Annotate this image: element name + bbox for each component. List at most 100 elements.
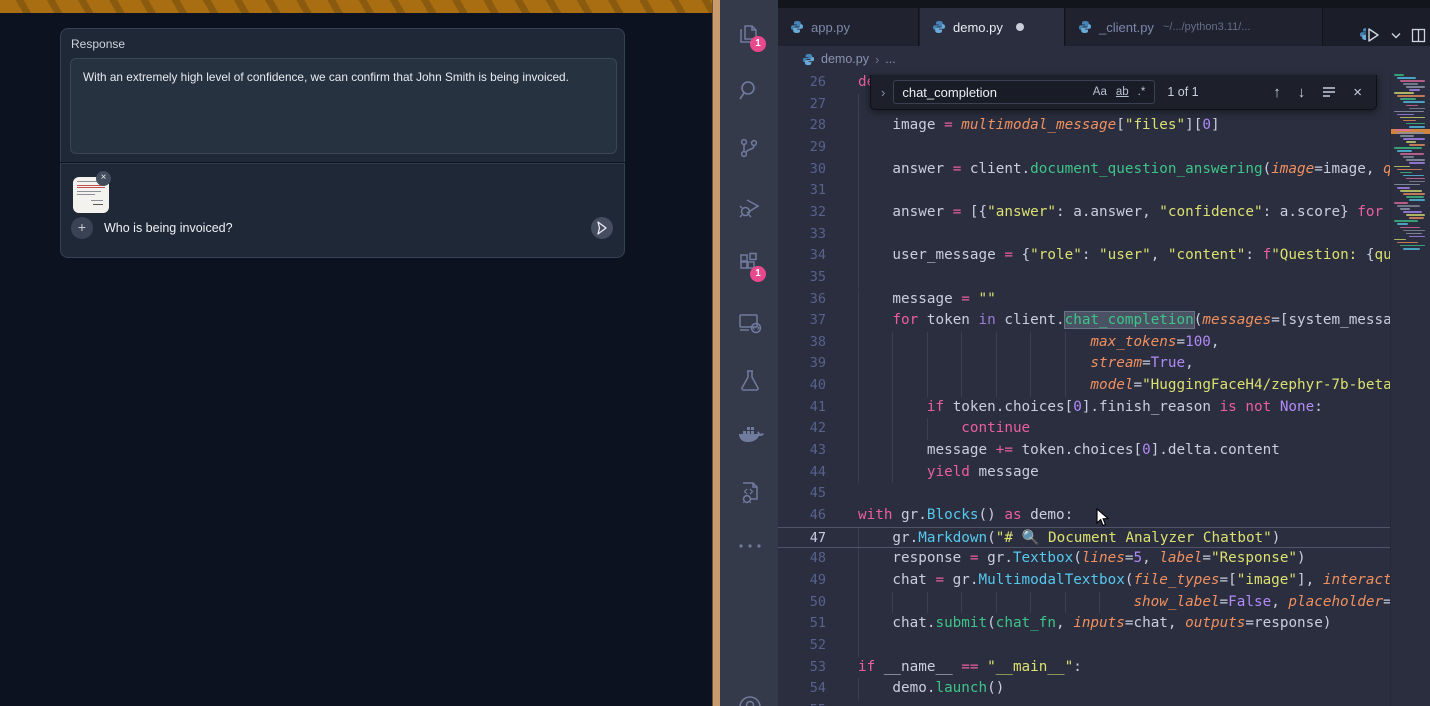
python-icon — [802, 53, 815, 66]
line-number: 27 — [778, 94, 826, 116]
match-case-toggle[interactable]: Aa — [1093, 86, 1107, 98]
code-line[interactable]: 33 — [778, 224, 1390, 246]
tab-demo-py[interactable]: demo.py — [920, 8, 1065, 46]
line-number: 32 — [778, 202, 826, 224]
send-button[interactable] — [591, 217, 613, 239]
code-line[interactable]: 49 chat = gr.MultimodalTextbox(file_type… — [778, 570, 1390, 592]
code-line[interactable]: 38 max_tokens=100, — [778, 332, 1390, 354]
tab-client-py[interactable]: _client.py ~/.../python3.11/... — [1066, 8, 1323, 46]
dev-container-config-icon[interactable] — [720, 468, 778, 516]
response-text: With an extremely high level of confiden… — [83, 70, 569, 84]
code-line[interactable]: 41 if token.choices[0].finish_reason is … — [778, 397, 1390, 419]
find-previous-button[interactable]: ↑ — [1273, 84, 1281, 101]
code-line[interactable]: 53if __name__ == "__main__": — [778, 657, 1390, 679]
line-number: 35 — [778, 267, 826, 289]
python-icon — [1078, 20, 1092, 34]
minimap[interactable] — [1390, 72, 1430, 706]
code-line[interactable]: 28 image = multimodal_message["files"][0… — [778, 115, 1390, 137]
add-file-button[interactable]: + — [71, 217, 93, 239]
line-number: 45 — [778, 483, 826, 505]
line-number: 38 — [778, 332, 826, 354]
activity-bar: 1 1 — [720, 0, 778, 706]
remove-attachment-button[interactable]: × — [96, 171, 111, 186]
line-number: 29 — [778, 137, 826, 159]
account-icon[interactable] — [720, 682, 778, 706]
line-number: 43 — [778, 440, 826, 462]
code-line[interactable]: 40 model="HuggingFaceH4/zephyr-7b-beta — [778, 375, 1390, 397]
tab-label: demo.py — [953, 20, 1003, 35]
code-line[interactable]: 55 — [778, 700, 1390, 706]
run-python-file-icon[interactable] — [1365, 27, 1381, 43]
extensions-badge: 1 — [750, 266, 766, 282]
code-line[interactable]: 34 user_message = {"role": "user", "cont… — [778, 245, 1390, 267]
split-editor-icon[interactable] — [1411, 28, 1426, 43]
code-line[interactable]: 30 answer = client.document_question_ans… — [778, 159, 1390, 181]
find-next-button[interactable]: ↓ — [1298, 84, 1306, 101]
whole-word-toggle[interactable]: ab — [1116, 86, 1129, 98]
code-line[interactable]: 50 show_label=False, placeholder= — [778, 592, 1390, 614]
line-number: 46 — [778, 505, 826, 527]
code-line[interactable]: 52 — [778, 635, 1390, 657]
line-number: 36 — [778, 289, 826, 311]
breadcrumb-more[interactable]: ... — [885, 52, 895, 66]
docker-icon[interactable] — [720, 412, 778, 460]
chat-input-text[interactable]: Who is being invoiced? — [104, 221, 233, 235]
line-number: 39 — [778, 353, 826, 375]
code-line[interactable]: 43 message += token.choices[0].delta.con… — [778, 440, 1390, 462]
code-line[interactable]: 37 for token in client.chat_completion(m… — [778, 310, 1390, 332]
split-sash[interactable] — [712, 0, 720, 706]
code-line[interactable]: 45 — [778, 483, 1390, 505]
code-line[interactable]: 47 gr.Markdown("# 🔍 Document Analyzer Ch… — [778, 527, 1390, 549]
response-label: Response — [71, 37, 125, 51]
line-number: 26 — [778, 72, 826, 94]
breadcrumb-file[interactable]: demo.py — [821, 52, 869, 66]
run-debug-icon[interactable] — [720, 182, 778, 230]
find-input[interactable]: chat_completion Aa ab .* — [893, 80, 1155, 104]
toggle-replace-chevron-icon[interactable]: › — [881, 85, 885, 100]
modified-dot-icon[interactable] — [1016, 23, 1024, 31]
code-line[interactable]: 36 message = "" — [778, 289, 1390, 311]
source-control-icon[interactable] — [720, 124, 778, 172]
find-in-selection-icon[interactable] — [1322, 86, 1336, 98]
line-number: 41 — [778, 397, 826, 419]
line-number: 55 — [778, 700, 826, 706]
code-line[interactable]: 48 response = gr.Textbox(lines=5, label=… — [778, 548, 1390, 570]
code-editor[interactable]: 26def chat_fn(multimodal_message):2728 i… — [778, 72, 1430, 706]
close-find-icon[interactable]: × — [1353, 84, 1362, 101]
code-line[interactable]: 51 chat.submit(chat_fn, inputs=chat, out… — [778, 613, 1390, 635]
code-line[interactable]: 54 demo.launch() — [778, 678, 1390, 700]
code-line[interactable]: 46with gr.Blocks() as demo: — [778, 505, 1390, 527]
response-block: Response With an extremely high level of… — [60, 28, 625, 162]
testing-beaker-icon[interactable] — [720, 356, 778, 404]
line-number: 52 — [778, 635, 826, 657]
code-line[interactable]: 44 yield message — [778, 462, 1390, 484]
line-number: 42 — [778, 418, 826, 440]
resize-handle[interactable] — [603, 140, 613, 150]
breadcrumb[interactable]: demo.py › ... — [778, 46, 1430, 72]
search-icon[interactable] — [720, 66, 778, 114]
code-line[interactable]: 39 stream=True, — [778, 353, 1390, 375]
code-line[interactable]: 29 — [778, 137, 1390, 159]
run-dropdown-chevron-icon[interactable] — [1391, 32, 1401, 39]
send-icon — [596, 221, 608, 235]
chat-input-block: × + Who is being invoiced? — [60, 163, 625, 258]
code-line[interactable]: 32 answer = [{"answer": a.answer, "confi… — [778, 202, 1390, 224]
tab-label: app.py — [811, 20, 850, 35]
regex-toggle[interactable]: .* — [1138, 86, 1146, 98]
response-textarea[interactable]: With an extremely high level of confiden… — [70, 58, 617, 154]
extensions-icon[interactable]: 1 — [720, 240, 778, 288]
tab-file-path: ~/.../python3.11/... — [1163, 21, 1251, 33]
line-number: 53 — [778, 657, 826, 679]
more-actions-icon[interactable] — [720, 528, 778, 576]
explorer-icon[interactable]: 1 — [720, 10, 778, 58]
code-line[interactable]: 42 continue — [778, 418, 1390, 440]
line-number: 28 — [778, 115, 826, 137]
code-line[interactable]: 35 — [778, 267, 1390, 289]
editor-tab-bar: app.py demo.py _client.py ~/.../python3.… — [778, 8, 1430, 46]
find-results-count: 1 of 1 — [1167, 85, 1198, 99]
remote-explorer-icon[interactable] — [720, 298, 778, 346]
gradio-app-panel: Response With an extremely high level of… — [0, 0, 712, 706]
tab-app-py[interactable]: app.py — [778, 8, 919, 46]
code-line[interactable]: 31 — [778, 180, 1390, 202]
tab-label: _client.py — [1099, 20, 1154, 35]
